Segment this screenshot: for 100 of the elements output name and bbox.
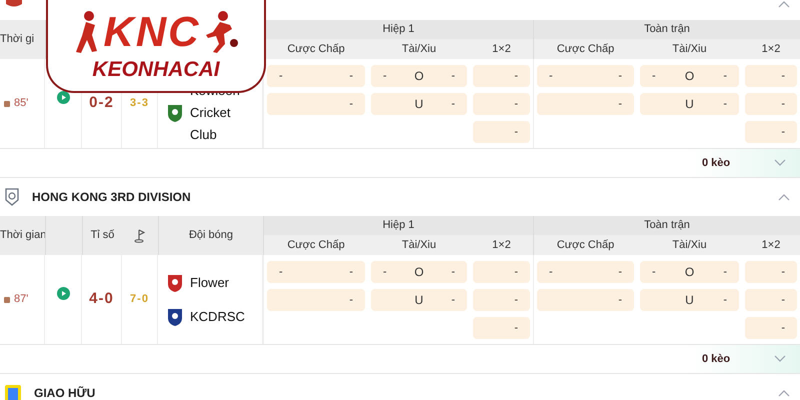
match-time: 87': [14, 292, 28, 308]
odds-value: -: [618, 264, 622, 280]
odds-value: -: [549, 68, 553, 84]
odds-cell[interactable]: - O -: [640, 65, 739, 87]
odds-value: -: [514, 124, 518, 140]
odds-cell[interactable]: - O -: [640, 261, 739, 283]
odds-value: -: [781, 264, 785, 280]
column-header: Tài/Xiu: [368, 39, 470, 59]
odds-cell[interactable]: -: [745, 289, 797, 311]
odds-value: -: [723, 264, 727, 280]
odds-value: -: [451, 96, 455, 112]
odds-value: -: [514, 68, 518, 84]
column-group-header: Hiệp 1: [263, 20, 533, 39]
odds-value: U: [414, 292, 424, 309]
odds-value: -: [349, 292, 353, 308]
league-title: GIAO HỮU: [34, 385, 96, 400]
logo-monogram: KNC: [104, 8, 200, 56]
odds-value: -: [781, 124, 785, 140]
odds-value: -: [451, 292, 455, 308]
team-name: KCDRSC: [190, 308, 246, 326]
odds-cell[interactable]: -: [745, 261, 797, 283]
column-header: 1×2: [470, 235, 533, 255]
column-group-header: Hiệp 1: [263, 216, 533, 235]
odds-value: O: [414, 264, 424, 281]
odds-value: -: [383, 264, 387, 280]
column-header: Cược Chấp: [533, 235, 637, 255]
odds-cell[interactable]: -: [473, 121, 530, 143]
odds-value: -: [514, 320, 518, 336]
odds-cell[interactable]: U -: [371, 93, 467, 115]
odds-cell[interactable]: -: [537, 289, 634, 311]
column-header: Tỉ số: [90, 228, 114, 244]
odds-value: -: [451, 68, 455, 84]
column-header: 1×2: [742, 39, 800, 59]
odds-value: -: [549, 264, 553, 280]
odds-cell[interactable]: -: [473, 317, 530, 339]
column-header: Cược Chấp: [263, 235, 368, 255]
column-header: 1×2: [742, 235, 800, 255]
odds-value: -: [451, 264, 455, 280]
odds-cell[interactable]: - -: [267, 65, 365, 87]
odds-value: -: [652, 68, 656, 84]
odds-value: -: [781, 320, 785, 336]
column-header: Tài/Xiu: [368, 235, 470, 255]
odds-cell[interactable]: - -: [267, 261, 365, 283]
column-header: Đội bóng: [188, 228, 234, 244]
odds-value: -: [781, 96, 785, 112]
odds-cell[interactable]: - -: [537, 65, 634, 87]
odds-cell[interactable]: -: [537, 93, 634, 115]
odds-value: O: [684, 264, 694, 281]
odds-value: -: [618, 292, 622, 308]
odds-value: -: [279, 68, 283, 84]
odds-value: U: [685, 292, 694, 309]
odds-cell[interactable]: U -: [640, 93, 739, 115]
match-time: 85': [14, 96, 28, 112]
odds-value: -: [781, 292, 785, 308]
odds-value: O: [414, 68, 424, 85]
odds-cell[interactable]: - -: [537, 261, 634, 283]
odds-value: -: [349, 264, 353, 280]
corner-score: 7-0: [122, 255, 158, 344]
odds-cell[interactable]: -: [745, 121, 797, 143]
odds-value: -: [514, 292, 518, 308]
odds-cell[interactable]: -: [473, 289, 530, 311]
odds-cell[interactable]: - O -: [371, 261, 467, 283]
odds-value: -: [618, 96, 622, 112]
odds-value: -: [618, 68, 622, 84]
odds-value: U: [414, 96, 424, 113]
league-title: HONG KONG 3RD DIVISION: [32, 189, 191, 206]
odds-cell[interactable]: -: [267, 93, 365, 115]
odds-cell[interactable]: U -: [371, 289, 467, 311]
odds-value: -: [723, 96, 727, 112]
odds-cell[interactable]: - O -: [371, 65, 467, 87]
column-header: Thời gi: [0, 20, 45, 59]
odds-value: -: [349, 68, 353, 84]
odds-cell[interactable]: -: [267, 289, 365, 311]
column-group-header: Toàn trận: [533, 20, 800, 39]
column-header: 1×2: [470, 39, 533, 59]
odds-value: U: [685, 96, 694, 113]
odds-value: -: [514, 96, 518, 112]
column-header: Cược Chấp: [533, 39, 637, 59]
odds-cell[interactable]: -: [745, 317, 797, 339]
column-header: Tài/Xiu: [637, 39, 742, 59]
odds-cell[interactable]: -: [473, 65, 530, 87]
odds-value: -: [652, 264, 656, 280]
column-group-header: Toàn trận: [533, 216, 800, 235]
odds-value: -: [723, 292, 727, 308]
odds-value: -: [383, 68, 387, 84]
odds-cell[interactable]: -: [745, 65, 797, 87]
team-name: Flower: [190, 274, 230, 292]
column-header: Cược Chấp: [263, 39, 368, 59]
odds-value: O: [684, 68, 694, 85]
odds-cell[interactable]: -: [473, 93, 530, 115]
odds-value: -: [349, 96, 353, 112]
odds-value: -: [723, 68, 727, 84]
odds-cell[interactable]: -: [745, 93, 797, 115]
odds-value: -: [514, 264, 518, 280]
odds-value: -: [279, 264, 283, 280]
odds-cell[interactable]: U -: [640, 289, 739, 311]
odds-value: -: [781, 68, 785, 84]
column-header: Tài/Xiu: [637, 235, 742, 255]
odds-cell[interactable]: -: [473, 261, 530, 283]
match-score: 4-0: [82, 255, 122, 344]
